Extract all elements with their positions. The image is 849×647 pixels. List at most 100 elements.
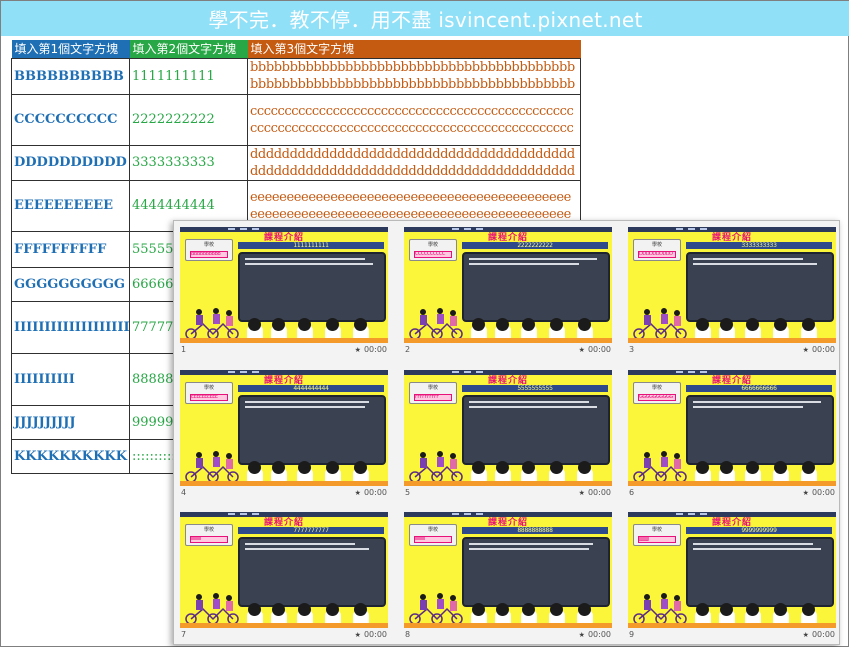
slide-number: 4 (181, 488, 187, 497)
cell-col1[interactable]: GGGGGGGGGG (11, 266, 130, 302)
slide-time: 00:00 (587, 345, 611, 354)
classroom-illustration (628, 304, 836, 343)
text-line (245, 548, 369, 550)
school-badge-value: JJJJJJJJJJ (638, 536, 676, 543)
text-line (469, 543, 593, 545)
slide-thumbnail[interactable]: 課程介紹 學校 EEEEEEEEEE 4444444444 4 ★ 00:00 (180, 370, 388, 499)
slide-number: 2 (405, 345, 411, 354)
slide-caption: 3 ★ 00:00 (628, 343, 836, 356)
school-badge: 學校 GGGGGGGGGG (633, 382, 681, 404)
cell-col1[interactable]: DDDDDDDDDD (11, 144, 130, 181)
slide-thumbnail[interactable]: 課程介紹 學校 FFFFFFFFFF 5555555555 5 ★ 00:00 (404, 370, 612, 499)
school-badge-label: 學校 (427, 527, 438, 533)
student-head (472, 318, 485, 331)
slide-thumbnail[interactable]: 課程介紹 學校 GGGGGGGGGG 6666666666 6 ★ 00:00 (628, 370, 836, 499)
student-head (522, 461, 535, 474)
table-row: CCCCCCCCCC 2222222222 cccccccccccccccccc… (11, 93, 581, 146)
cell-col2[interactable]: 3333333333 (129, 144, 248, 181)
slide-time: 00:00 (587, 630, 611, 639)
column-header-3[interactable]: 填入第3個文字方塊 (247, 40, 581, 58)
cell-col3[interactable]: bbbbbbbbbbbbbbbbbbbbbbbbbbbbbbbbbbbbbbbb… (247, 57, 581, 95)
desk (180, 481, 388, 486)
desk (404, 338, 612, 343)
star-icon: ★ (802, 630, 809, 639)
classroom-illustration (180, 304, 388, 343)
cell-col2[interactable]: 1111111111 (129, 57, 248, 95)
cell-col3-text: eeeeeeeeeeeeeeeeeeeeeeeeeeeeeeeeeeeeeeee… (250, 189, 571, 222)
slide-timing[interactable]: ★ 00:00 (579, 488, 611, 497)
school-badge: 學校 DDDDDDDDDD (633, 239, 681, 261)
text-line (245, 263, 373, 265)
school-badge-label: 學校 (427, 385, 438, 391)
cell-col3[interactable]: cccccccccccccccccccccccccccccccccccccccc… (247, 93, 581, 146)
slide-thumbnail[interactable]: 課程介紹 學校 JJJJJJJJJJ 9999999999 9 ★ 00:00 (628, 512, 836, 641)
column-header-2[interactable]: 填入第2個文字方塊 (129, 40, 248, 58)
text-line (693, 263, 817, 265)
slide-timing[interactable]: ★ 00:00 (803, 630, 835, 639)
student-head (354, 461, 367, 474)
school-badge-value: GGGGGGGGGG (638, 394, 676, 401)
table-row: DDDDDDDDDD 3333333333 dddddddddddddddddd… (11, 144, 581, 181)
cell-col1[interactable]: KKKKKKKKKK (11, 438, 130, 474)
student-head (746, 318, 759, 331)
slide-timing[interactable]: ★ 00:00 (355, 630, 387, 639)
slide-timing[interactable]: ★ 00:00 (803, 345, 835, 354)
student-head (522, 318, 535, 331)
school-badge: 學校 CCCCCCCCCC (409, 239, 457, 261)
slide-number: 5 (405, 488, 411, 497)
cell-col1[interactable]: FFFFFFFFFF (11, 230, 130, 268)
student-head (550, 461, 563, 474)
column-header-1[interactable]: 填入第1個文字方塊 (11, 40, 130, 58)
slide-time: 00:00 (587, 488, 611, 497)
classroom-illustration (404, 447, 612, 486)
school-badge-value: EEEEEEEEEE (190, 394, 228, 401)
cell-col3-text: dddddddddddddddddddddddddddddddddddddddd… (250, 146, 575, 179)
slide-timing[interactable]: ★ 00:00 (579, 345, 611, 354)
slide-thumbnail[interactable]: 課程介紹 學校 BBBBBBBBBB 1111111111 1 ★ 00:00 (180, 227, 388, 356)
school-badge-label: 學校 (651, 385, 662, 391)
student-head (746, 603, 759, 616)
window-frame: 學不完．教不停．用不盡 isvincent.pixnet.net 填入第1個文字… (0, 0, 849, 647)
slide-thumbnail[interactable]: 課程介紹 學校 IIIIIIIIII 7777777777 7 ★ 00:00 (180, 512, 388, 641)
slide-caption: 6 ★ 00:00 (628, 486, 836, 499)
slide-thumbnail[interactable]: 課程介紹 學校 IIIIIIIIII 8888888888 8 ★ 00:00 (404, 512, 612, 641)
student-head (550, 603, 563, 616)
school-badge-label: 學校 (203, 242, 214, 248)
slide-number: 3 (629, 345, 635, 354)
text-line (469, 548, 589, 550)
cell-col1[interactable]: CCCCCCCCCC (11, 93, 130, 146)
cell-col1[interactable]: BBBBBBBBBB (11, 57, 130, 95)
slide-timing[interactable]: ★ 00:00 (579, 630, 611, 639)
cell-col1[interactable]: IIIIIIIIIIIIIIIIIIII (11, 300, 130, 354)
cell-col3[interactable]: dddddddddddddddddddddddddddddddddddddddd… (247, 144, 581, 181)
school-badge-label: 學校 (651, 527, 662, 533)
cyclists-illustration (185, 451, 239, 483)
student-head (472, 603, 485, 616)
cell-col1[interactable]: JJJJJJJJJJ (11, 404, 130, 440)
slide-thumbnail[interactable]: 課程介紹 學校 CCCCCCCCCC 2222222222 2 ★ 00:00 (404, 227, 612, 356)
classroom-illustration (628, 589, 836, 628)
slide-timing[interactable]: ★ 00:00 (355, 345, 387, 354)
slide-number: 1 (181, 345, 187, 354)
slide-thumbnail[interactable]: 課程介紹 學校 DDDDDDDDDD 3333333333 3 ★ 00:00 (628, 227, 836, 356)
slide-caption: 2 ★ 00:00 (404, 343, 612, 356)
school-badge-label: 學校 (427, 242, 438, 248)
cell-col1[interactable]: EEEEEEEEEE (11, 179, 130, 232)
desk (404, 481, 612, 486)
slide-canvas: 課程介紹 學校 CCCCCCCCCC 2222222222 (404, 227, 612, 343)
slide-canvas: 課程介紹 學校 JJJJJJJJJJ 9999999999 (628, 512, 836, 628)
slide-timing[interactable]: ★ 00:00 (803, 488, 835, 497)
cell-col1[interactable]: IIIIIIIIII (11, 352, 130, 406)
table-row: BBBBBBBBBB 1111111111 bbbbbbbbbbbbbbbbbb… (11, 57, 581, 95)
star-icon: ★ (578, 488, 585, 497)
student-head (354, 318, 367, 331)
student-head (720, 461, 733, 474)
text-line (693, 548, 821, 550)
slide-timing[interactable]: ★ 00:00 (355, 488, 387, 497)
cyclists-illustration (633, 451, 687, 483)
student-head (472, 461, 485, 474)
student-head (298, 603, 311, 616)
desk (180, 623, 388, 628)
cell-col2[interactable]: 2222222222 (129, 93, 248, 146)
slide-canvas: 課程介紹 學校 BBBBBBBBBB 1111111111 (180, 227, 388, 343)
